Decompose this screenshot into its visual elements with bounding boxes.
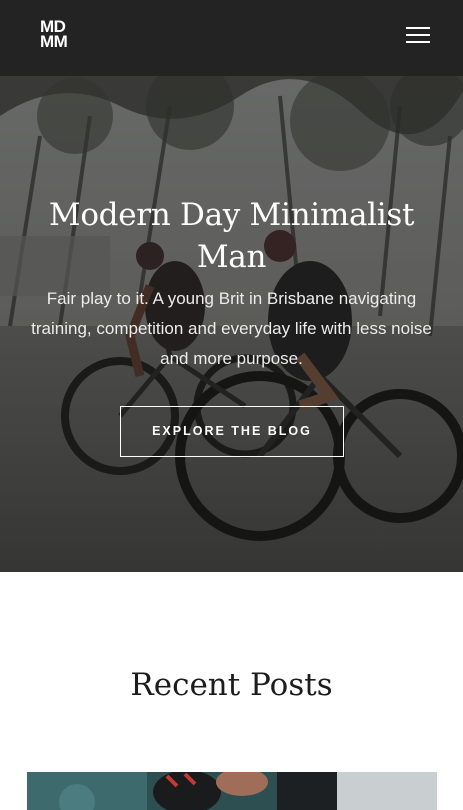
- recent-posts-heading: Recent Posts: [130, 667, 333, 703]
- hero-title: Modern Day Minimalist Man: [48, 197, 415, 275]
- post-thumbnail-image: [27, 772, 437, 810]
- site-logo[interactable]: MD MM: [40, 18, 80, 51]
- logo-line-2: MM: [40, 32, 68, 51]
- hamburger-menu-icon[interactable]: [400, 22, 434, 50]
- recent-post-card[interactable]: [27, 772, 437, 810]
- explore-blog-button[interactable]: EXPLORE THE BLOG: [120, 406, 344, 457]
- hero-subtitle: Fair play to it. A young Brit in Brisban…: [31, 289, 432, 368]
- hero-banner: Modern Day Minimalist Man Fair play to i…: [0, 76, 463, 572]
- site-header: MD MM: [0, 0, 463, 76]
